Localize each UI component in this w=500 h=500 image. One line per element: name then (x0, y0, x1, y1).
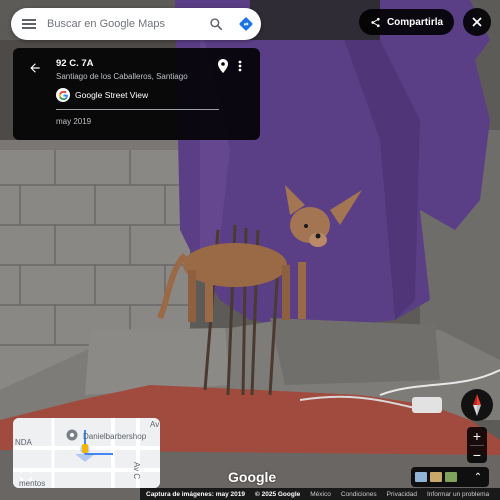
minimap[interactable]: NDA Danielbarbershop Av Av C mentos (13, 418, 160, 488)
terms-link[interactable]: Condiciones (341, 491, 377, 498)
minimap-street-label: NDA (15, 438, 32, 447)
thumbnail-1[interactable] (415, 472, 427, 482)
menu-icon (22, 23, 36, 25)
google-g-icon (56, 88, 70, 102)
footer-bar: Captura de imágenes: may 2019 © 2025 Goo… (140, 488, 500, 500)
more-options-button[interactable] (234, 57, 246, 75)
minimap-avenue-label: Av (150, 420, 160, 429)
imagery-thumbnails: ⌃ (411, 467, 489, 487)
privacy-link[interactable]: Privacidad (387, 491, 417, 498)
menu-button[interactable] (11, 8, 47, 40)
search-icon (210, 18, 223, 31)
close-icon (472, 17, 482, 27)
map-pin-icon (218, 59, 228, 73)
search-button[interactable] (201, 8, 231, 40)
report-problem-link[interactable]: Informar un problema (427, 491, 489, 498)
minimap-place-label: Danielbarbershop (83, 432, 147, 441)
compass-button[interactable] (461, 389, 493, 421)
zoom-out-button[interactable]: − (467, 446, 487, 464)
capture-info: Captura de imágenes: may 2019 (146, 490, 245, 498)
location-info-panel: 92 C. 7A Santiago de los Caballeros, San… (13, 48, 260, 140)
show-on-map-button[interactable] (215, 57, 231, 75)
chevron-up-icon[interactable]: ⌃ (471, 472, 485, 483)
expand-map-button[interactable] (17, 466, 35, 484)
search-bar (11, 8, 261, 40)
share-label: Compartirla (386, 16, 444, 28)
close-button[interactable] (463, 8, 491, 36)
capture-date: may 2019 (56, 117, 92, 126)
source-label: Google Street View (75, 90, 149, 100)
minimap-avenue-label-2: Av C (132, 462, 141, 480)
country-link[interactable]: México (310, 491, 331, 498)
more-vert-icon (238, 60, 242, 72)
divider (56, 109, 219, 110)
locality-text: Santiago de los Caballeros, Santiago (56, 72, 188, 81)
compass-icon (473, 394, 481, 416)
street-view-source[interactable]: Google Street View (56, 88, 148, 102)
back-arrow-icon (30, 63, 40, 73)
search-input[interactable] (47, 9, 201, 39)
google-watermark: Google (228, 469, 277, 485)
share-icon (371, 17, 380, 27)
thumbnail-2[interactable] (430, 472, 442, 482)
zoom-in-button[interactable]: + (467, 427, 487, 445)
thumbnail-3[interactable] (445, 472, 457, 482)
copyright: © 2025 Google (255, 490, 301, 498)
expand-icon (20, 469, 32, 481)
address-title: 92 C. 7A (56, 58, 94, 69)
zoom-controls: + − (467, 427, 487, 463)
back-button[interactable] (23, 56, 47, 80)
directions-icon (239, 17, 253, 31)
share-button[interactable]: Compartirla (359, 9, 454, 35)
directions-button[interactable] (231, 8, 261, 40)
